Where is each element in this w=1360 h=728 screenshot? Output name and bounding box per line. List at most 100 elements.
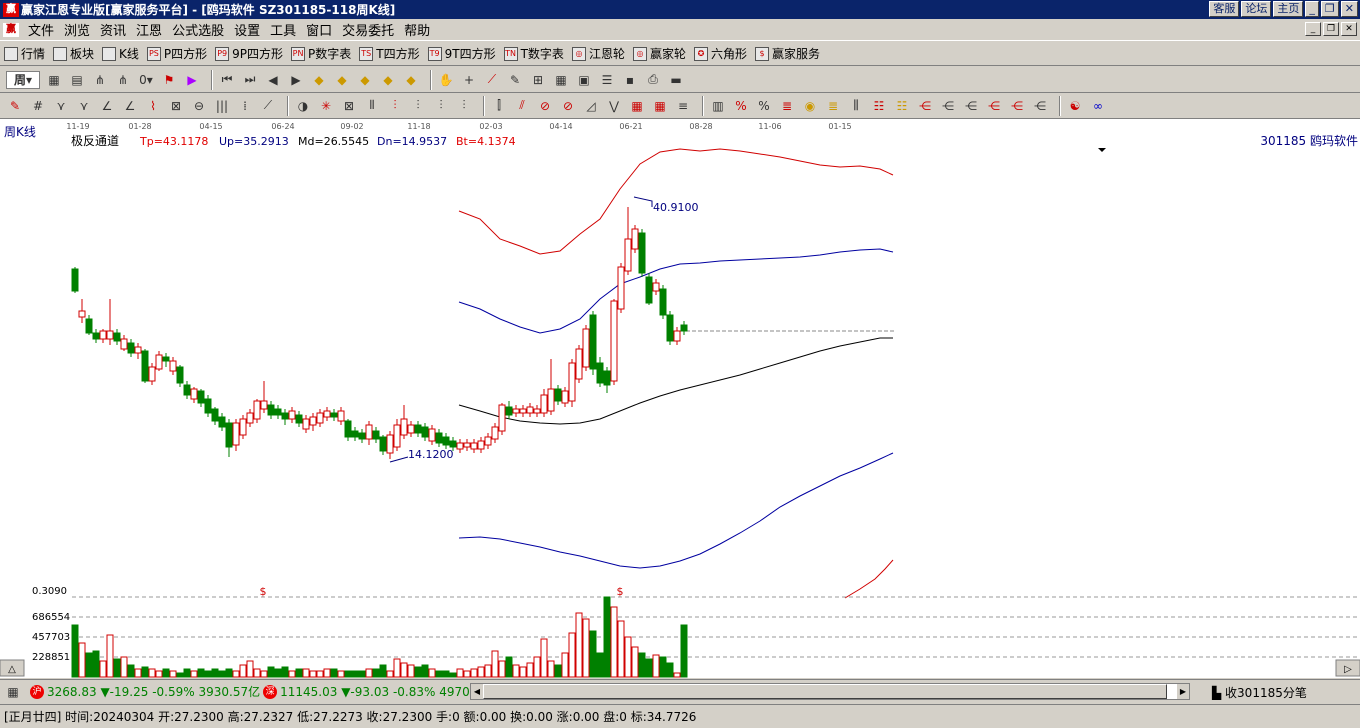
menu-window[interactable]: 窗口: [301, 20, 337, 39]
table-icon[interactable]: ▥: [709, 97, 727, 115]
close-icon[interactable]: ✕: [1340, 1, 1358, 17]
toolbar-item-10[interactable]: ◎ 赢家轮: [632, 45, 686, 62]
toolbar-item-6[interactable]: TS T四方形: [359, 45, 420, 62]
bars-icon[interactable]: ⋔: [91, 71, 109, 89]
gann-fan2-icon[interactable]: ⋎: [75, 97, 93, 115]
mdi-restore-icon[interactable]: ❐: [1323, 22, 1339, 36]
mdi-close-icon[interactable]: ✕: [1341, 22, 1357, 36]
hlines-icon[interactable]: ≣: [778, 97, 796, 115]
coin-icon[interactable]: ◉: [801, 97, 819, 115]
forum-button[interactable]: 论坛: [1241, 1, 1272, 17]
list-icon[interactable]: ☰: [598, 71, 616, 89]
percent-icon[interactable]: %: [755, 97, 773, 115]
chart-icon[interactable]: ▦: [45, 71, 63, 89]
left-icon[interactable]: ◀: [264, 71, 282, 89]
hand-icon[interactable]: ✋: [437, 71, 455, 89]
toolbar-item-1[interactable]: 板块: [53, 45, 94, 62]
scroll-thumb[interactable]: [483, 684, 1167, 699]
vline-icon[interactable]: ⫿: [490, 97, 508, 115]
split-icon[interactable]: ⫴: [363, 97, 381, 115]
bars2-icon[interactable]: ⋔: [114, 71, 132, 89]
zero-icon[interactable]: 0▾: [137, 71, 155, 89]
toolbar-item-2[interactable]: K线: [102, 45, 139, 62]
gann-angle-icon[interactable]: ∠: [98, 97, 116, 115]
tick-label[interactable]: ▙ 收301185分笔: [1212, 684, 1307, 701]
toolbar-item-11[interactable]: ✪ 六角形: [693, 45, 747, 62]
gann-angle2-icon[interactable]: ∠: [121, 97, 139, 115]
fan4-icon[interactable]: ⋲: [939, 97, 957, 115]
tri-icon[interactable]: ◿: [582, 97, 600, 115]
menu-news[interactable]: 资讯: [95, 20, 131, 39]
yinyang-icon[interactable]: ☯: [1066, 97, 1084, 115]
save-icon[interactable]: ▪: [621, 71, 639, 89]
doc-icon[interactable]: ▤: [68, 71, 86, 89]
bars5-icon[interactable]: ⫶: [432, 97, 450, 115]
service-button[interactable]: 客服: [1209, 1, 1240, 17]
menu-help[interactable]: 帮助: [399, 20, 435, 39]
triangle-flag-icon[interactable]: ▶: [183, 71, 201, 89]
percent-slash-icon[interactable]: %: [732, 97, 750, 115]
fan7-icon[interactable]: ⋲: [1008, 97, 1026, 115]
crosshair-icon[interactable]: +: [460, 71, 478, 89]
toolbar-item-4[interactable]: P9 9P四方形: [215, 45, 283, 62]
infinity-icon[interactable]: ∞: [1089, 97, 1107, 115]
star-icon[interactable]: ✳: [317, 97, 335, 115]
calc-icon[interactable]: ▣: [575, 71, 593, 89]
print-icon[interactable]: ⎙: [644, 71, 662, 89]
toolbar-item-5[interactable]: PN P数字表: [291, 45, 351, 62]
gann-fan-icon[interactable]: ⋎: [52, 97, 70, 115]
line-icon[interactable]: ⟋: [483, 71, 501, 89]
minimize-icon[interactable]: _: [1305, 1, 1319, 17]
diamond1-icon[interactable]: ◆: [310, 71, 328, 89]
diamond4-icon[interactable]: ◆: [379, 71, 397, 89]
diamond3-icon[interactable]: ◆: [356, 71, 374, 89]
bar-ruler-icon[interactable]: ⫼: [847, 97, 865, 115]
menu-file[interactable]: 文件: [23, 20, 59, 39]
menu-browse[interactable]: 浏览: [59, 20, 95, 39]
toolbar-item-7[interactable]: T9 9T四方形: [427, 45, 496, 62]
menu-gann[interactable]: 江恩: [131, 20, 167, 39]
square-icon[interactable]: ⊠: [167, 97, 185, 115]
fan6-icon[interactable]: ⋲: [985, 97, 1003, 115]
diamond2-icon[interactable]: ◆: [333, 71, 351, 89]
grid3-icon[interactable]: ▦: [651, 97, 669, 115]
diag-icon[interactable]: ⫽: [513, 97, 531, 115]
menu-settings[interactable]: 设置: [229, 20, 265, 39]
coin-lines-icon[interactable]: ≣: [824, 97, 842, 115]
cycle-icon[interactable]: ◑: [294, 97, 312, 115]
right-icon[interactable]: ▶: [287, 71, 305, 89]
toolbar-item-0[interactable]: 行情: [4, 45, 45, 62]
menu-trade[interactable]: 交易委托: [337, 20, 399, 39]
menu-formula[interactable]: 公式选股: [167, 20, 229, 39]
toolbar-item-8[interactable]: TN T数字表: [503, 45, 564, 62]
calendar-icon[interactable]: ▦: [552, 71, 570, 89]
grid-icon[interactable]: ▦: [4, 683, 22, 701]
scroll-left-icon[interactable]: ◀: [471, 684, 483, 699]
bars6-icon[interactable]: ⫶: [455, 97, 473, 115]
restore-icon[interactable]: ❐: [1320, 1, 1339, 17]
last-icon[interactable]: ⏭: [241, 71, 259, 89]
scroll-right-icon[interactable]: ▶: [1177, 684, 1189, 699]
tri2-icon[interactable]: ⋁: [605, 97, 623, 115]
truck-icon[interactable]: ▬: [667, 71, 685, 89]
angle-icon[interactable]: ⟋: [259, 97, 277, 115]
toolbar-item-12[interactable]: $ 赢家服务: [754, 45, 820, 62]
fan5-icon[interactable]: ⋲: [962, 97, 980, 115]
menu-tools[interactable]: 工具: [265, 20, 301, 39]
first-icon[interactable]: ⏮: [218, 71, 236, 89]
home-button[interactable]: 主页: [1273, 1, 1304, 17]
diag3-icon[interactable]: ⊘: [559, 97, 577, 115]
pen-icon[interactable]: ✎: [506, 71, 524, 89]
toolbar-item-9[interactable]: ◎ 江恩轮: [571, 45, 625, 62]
net-icon[interactable]: ⊞: [529, 71, 547, 89]
pencil-icon[interactable]: ✎: [6, 97, 24, 115]
grid2-icon[interactable]: ▦: [628, 97, 646, 115]
fib-icon[interactable]: ⁞: [236, 97, 254, 115]
bars3-icon[interactable]: ⫶: [386, 97, 404, 115]
grid-lines-icon[interactable]: #: [29, 97, 47, 115]
mdi-minimize-icon[interactable]: _: [1305, 22, 1321, 36]
ladder2-icon[interactable]: ☷: [893, 97, 911, 115]
fan8-icon[interactable]: ⋲: [1031, 97, 1049, 115]
brush-icon[interactable]: ⌇: [144, 97, 162, 115]
lines-icon[interactable]: ≡: [674, 97, 692, 115]
